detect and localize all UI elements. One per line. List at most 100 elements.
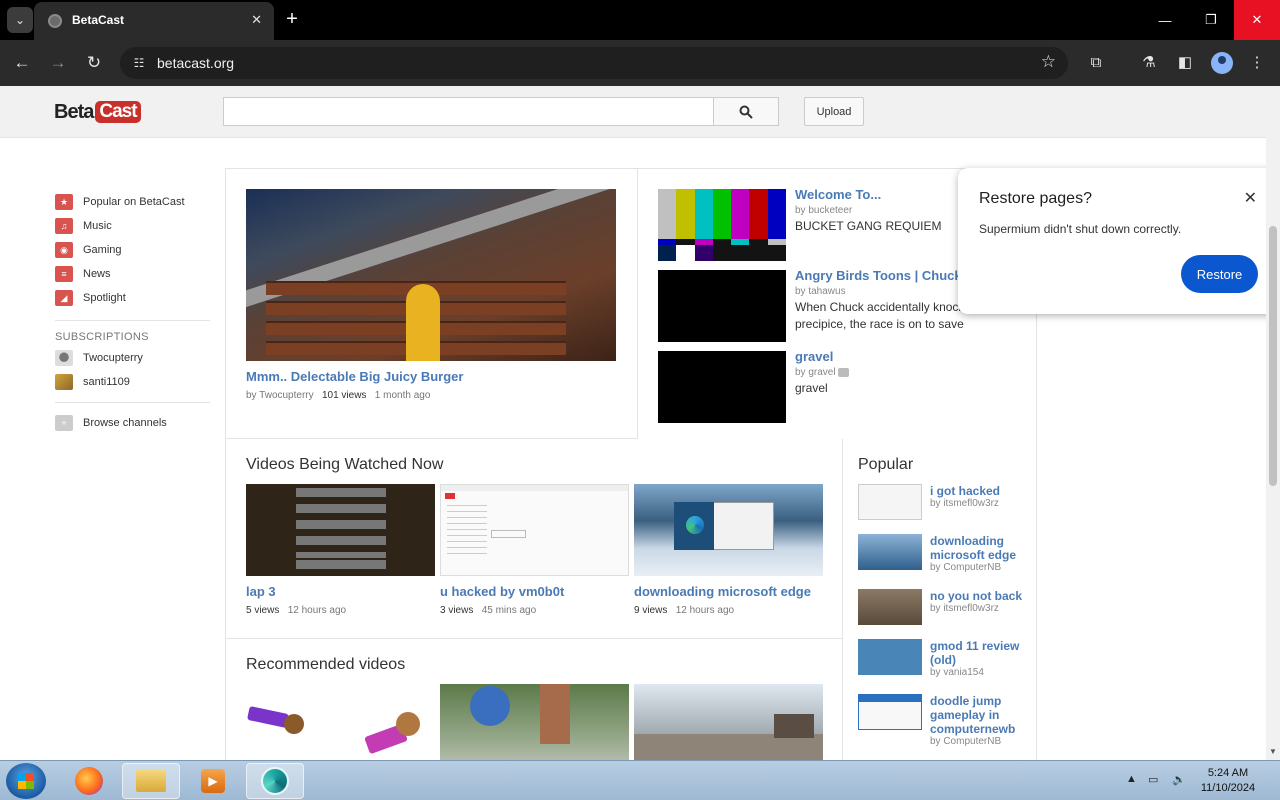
video-thumbnail[interactable] [658, 351, 786, 423]
video-thumbnail[interactable] [440, 684, 629, 760]
video-title[interactable]: gravel [795, 349, 833, 364]
list-item[interactable] [246, 684, 435, 760]
upload-button[interactable]: Upload [804, 97, 864, 126]
video-thumbnail[interactable] [858, 534, 922, 570]
video-title[interactable]: lap 3 [246, 584, 435, 599]
video-thumbnail[interactable] [634, 684, 823, 760]
tab-close-icon[interactable]: ✕ [251, 12, 262, 28]
scroll-down-arrow-icon[interactable]: ▼ [1269, 747, 1277, 756]
search-button[interactable] [713, 97, 779, 126]
video-thumbnail[interactable] [658, 270, 786, 342]
sidebar-item-news[interactable]: ≡ News [55, 262, 210, 286]
menu-kebab-icon[interactable]: ⋮ [1246, 52, 1268, 74]
dialog-title: Restore pages? [979, 190, 1092, 207]
list-item[interactable] [440, 684, 629, 760]
site-header: Beta Cast Upload [0, 86, 1266, 138]
reload-icon[interactable]: ↻ [82, 51, 106, 75]
browse-channels-link[interactable]: + Browse channels [55, 411, 210, 435]
featured-video: Mmm.. Delectable Big Juicy Burger by Two… [226, 169, 638, 439]
close-window-button[interactable]: ✕ [1234, 0, 1280, 40]
video-thumbnail[interactable] [858, 484, 922, 520]
sidebar-item-spotlight[interactable]: ◢ Spotlight [55, 286, 210, 310]
list-item[interactable]: downloading microsoft edge by ComputerNB [858, 534, 1033, 578]
tab-search-button[interactable]: ⌄ [7, 7, 33, 33]
subscription-item-santi1109[interactable]: santi1109 [55, 370, 210, 394]
video-title[interactable]: downloading microsoft edge [930, 534, 1030, 562]
bookmark-star-icon[interactable]: ☆ [1041, 52, 1056, 72]
sidebar-item-popular[interactable]: ★ Popular on BetaCast [55, 190, 210, 214]
close-icon[interactable]: ✕ [1244, 188, 1257, 208]
subscriptions-heading: SUBSCRIPTIONS [55, 320, 210, 346]
list-item[interactable]: u hacked by vm0b0t 3 views 45 mins ago [440, 484, 629, 616]
labs-flask-icon[interactable]: ⚗ [1138, 52, 1160, 74]
show-hidden-icons[interactable]: ▲ [1126, 773, 1137, 785]
featured-video-thumbnail[interactable] [246, 189, 616, 361]
address-bar[interactable]: ☷ betacast.org ☆ [120, 47, 1068, 79]
video-author[interactable]: by itsmefl0w3rz [930, 498, 999, 509]
list-item[interactable]: i got hacked by itsmefl0w3rz [858, 484, 1033, 524]
video-thumbnail[interactable] [858, 589, 922, 625]
video-author[interactable]: by Twocupterry [246, 390, 314, 401]
video-author[interactable]: by gravel [795, 367, 850, 378]
restore-window-button[interactable]: ❐ [1188, 0, 1234, 40]
video-thumbnail[interactable] [658, 189, 786, 261]
media-player-icon[interactable]: ▶ [184, 763, 242, 799]
video-author[interactable]: by ComputerNB [930, 562, 1001, 573]
list-item[interactable]: gravel by gravel gravel [658, 349, 1018, 423]
volume-muted-icon[interactable]: 🔈 [1172, 773, 1186, 786]
minimize-button[interactable]: — [1142, 0, 1188, 40]
video-thumbnail[interactable] [440, 484, 629, 576]
list-item[interactable]: downloading microsoft edge 9 views 12 ho… [634, 484, 823, 616]
browse-channels-label: Browse channels [83, 417, 167, 429]
sidebar-item-music[interactable]: ♫ Music [55, 214, 210, 238]
file-explorer-icon[interactable] [122, 763, 180, 799]
video-title[interactable]: gmod 11 review (old) [930, 639, 1030, 667]
video-thumbnail[interactable] [858, 694, 922, 730]
supermium-browser-icon[interactable] [246, 763, 304, 799]
list-item[interactable] [634, 684, 823, 760]
video-author[interactable]: by vania154 [930, 667, 984, 678]
browser-toolbar: ← → ↻ ☷ betacast.org ☆ ⧉ ⚗ ◧ ⋮ [0, 40, 1280, 86]
video-title[interactable]: no you not back [930, 589, 1030, 603]
search-icon [739, 105, 753, 119]
video-title[interactable]: downloading microsoft edge [634, 584, 823, 599]
extensions-icon[interactable]: ⧉ [1085, 52, 1107, 74]
side-panel-icon[interactable]: ◧ [1174, 52, 1196, 74]
sidebar-item-gaming[interactable]: ◉ Gaming [55, 238, 210, 262]
featured-video-title[interactable]: Mmm.. Delectable Big Juicy Burger [246, 369, 463, 384]
restore-button[interactable]: Restore [1181, 255, 1258, 293]
video-thumbnail[interactable] [246, 684, 435, 760]
video-title[interactable]: doodle jump gameplay in computernewb [930, 694, 1030, 736]
clock[interactable]: 5:24 AM 11/10/2024 [1192, 766, 1264, 796]
browser-tab[interactable]: BetaCast ✕ [34, 2, 274, 40]
search-input[interactable] [223, 97, 714, 126]
new-tab-button[interactable]: + [282, 8, 302, 30]
video-author[interactable]: by ComputerNB [930, 736, 1001, 747]
betacast-logo[interactable]: Beta Cast [54, 99, 141, 125]
video-title[interactable]: u hacked by vm0b0t [440, 584, 629, 599]
video-title[interactable]: i got hacked [930, 484, 1030, 498]
video-author[interactable]: by itsmefl0w3rz [930, 603, 999, 614]
list-item[interactable]: gmod 11 review (old) by vania154 [858, 639, 1033, 683]
network-icon[interactable]: ▭ [1148, 773, 1158, 786]
video-thumbnail[interactable] [858, 639, 922, 675]
video-thumbnail[interactable] [634, 484, 823, 576]
back-arrow-icon[interactable]: ← [10, 51, 34, 75]
site-info-icon[interactable]: ☷ [130, 54, 148, 72]
video-title[interactable]: Welcome To... [795, 187, 881, 202]
page-scrollbar[interactable]: ▼ [1266, 86, 1280, 760]
video-author[interactable]: by tahawus [795, 286, 846, 297]
sidebar-item-label: Popular on BetaCast [83, 196, 185, 208]
recommended-section: Recommended videos [226, 639, 843, 760]
scrollbar-thumb[interactable] [1269, 226, 1277, 486]
list-item[interactable]: lap 3 5 views 12 hours ago [246, 484, 435, 616]
forward-arrow-icon[interactable]: → [46, 51, 70, 75]
profile-avatar-icon[interactable] [1211, 52, 1233, 74]
start-button[interactable] [6, 763, 46, 799]
video-thumbnail[interactable] [246, 484, 435, 576]
list-item[interactable]: no you not back by itsmefl0w3rz [858, 589, 1033, 629]
subscription-item-twocupterry[interactable]: Twocupterry [55, 346, 210, 370]
list-item[interactable]: doodle jump gameplay in computernewb by … [858, 694, 1033, 750]
firefox-icon[interactable] [60, 763, 118, 799]
video-author[interactable]: by bucketeer [795, 205, 852, 216]
